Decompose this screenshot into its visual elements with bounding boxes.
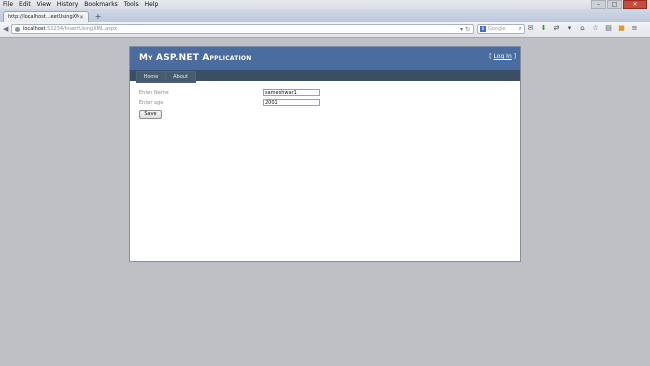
- clipboard-icon[interactable]: ▤: [605, 25, 612, 32]
- page-header: My ASP.NET Application [ Log In ]: [130, 47, 520, 70]
- browser-navbar: ◀ localhost :51234/InsertUsingXML.aspx ▾…: [0, 22, 650, 38]
- tab-close-icon[interactable]: ×: [79, 14, 84, 21]
- menu-view[interactable]: View: [34, 0, 54, 9]
- site-identity-icon[interactable]: [15, 26, 20, 32]
- minimize-button[interactable]: –: [591, 0, 606, 9]
- browser-menubar: File Edit View History Bookmarks Tools H…: [0, 0, 650, 9]
- site-title: My ASP.NET Application: [139, 53, 252, 63]
- reload-icon[interactable]: ▾ ↻: [460, 26, 470, 33]
- new-tab-button[interactable]: +: [93, 12, 103, 21]
- url-path: :51234/InsertUsingXML.aspx: [45, 26, 117, 32]
- search-placeholder: Google: [488, 26, 506, 32]
- search-bar[interactable]: 8 Google ⌕: [477, 24, 525, 34]
- age-label: Enter age: [139, 100, 164, 106]
- download-icon[interactable]: ⬇: [540, 25, 547, 32]
- menu-help[interactable]: Help: [142, 0, 162, 9]
- login-bracket-close: ]: [511, 53, 516, 60]
- name-input[interactable]: [263, 89, 320, 96]
- login-link[interactable]: Log In: [494, 53, 512, 60]
- page-nav-menu: Home About: [130, 70, 520, 83]
- back-icon[interactable]: ◀: [3, 25, 8, 34]
- translate-icon[interactable]: ⇄: [553, 25, 560, 32]
- dropdown-icon[interactable]: ▾: [566, 25, 573, 32]
- tab-strip: http://localhost...eetUsingXML.aspx × +: [0, 9, 650, 22]
- save-button[interactable]: Save: [139, 110, 162, 119]
- search-icon[interactable]: ⌕: [519, 25, 522, 33]
- tab-title: http://localhost...eetUsingXML.aspx: [8, 14, 79, 20]
- web-page: My ASP.NET Application [ Log In ] Home A…: [129, 46, 521, 262]
- menu-history[interactable]: History: [54, 0, 81, 9]
- age-input[interactable]: [263, 99, 320, 106]
- home-icon[interactable]: ⌂: [579, 25, 586, 32]
- login-area: [ Log In ]: [489, 53, 516, 60]
- window-controls: – □ ✕: [591, 0, 647, 9]
- mail-icon[interactable]: ✉: [527, 25, 534, 32]
- menu-tools[interactable]: Tools: [121, 0, 142, 9]
- nav-about[interactable]: About: [165, 71, 196, 83]
- menu-edit[interactable]: Edit: [16, 0, 34, 9]
- maximize-button[interactable]: □: [607, 0, 622, 9]
- bookmark-star-icon[interactable]: ☆: [592, 25, 599, 32]
- search-engine-icon[interactable]: 8: [480, 26, 486, 32]
- url-bar[interactable]: localhost :51234/InsertUsingXML.aspx ▾ ↻: [11, 24, 474, 34]
- toolbar-icons: ✉ ⬇ ⇄ ▾ ⌂ ☆ ▤ ■ ≡: [527, 25, 638, 32]
- close-window-button[interactable]: ✕: [623, 0, 647, 9]
- browser-tab[interactable]: http://localhost...eetUsingXML.aspx ×: [3, 11, 89, 22]
- name-label: Enter Name: [139, 90, 169, 96]
- menu-icon[interactable]: ≡: [631, 25, 638, 32]
- nav-home[interactable]: Home: [136, 71, 166, 83]
- menu-file[interactable]: File: [0, 0, 16, 9]
- addon-icon[interactable]: ■: [618, 25, 625, 32]
- url-host: localhost: [23, 26, 46, 32]
- menu-bookmarks[interactable]: Bookmarks: [81, 0, 121, 9]
